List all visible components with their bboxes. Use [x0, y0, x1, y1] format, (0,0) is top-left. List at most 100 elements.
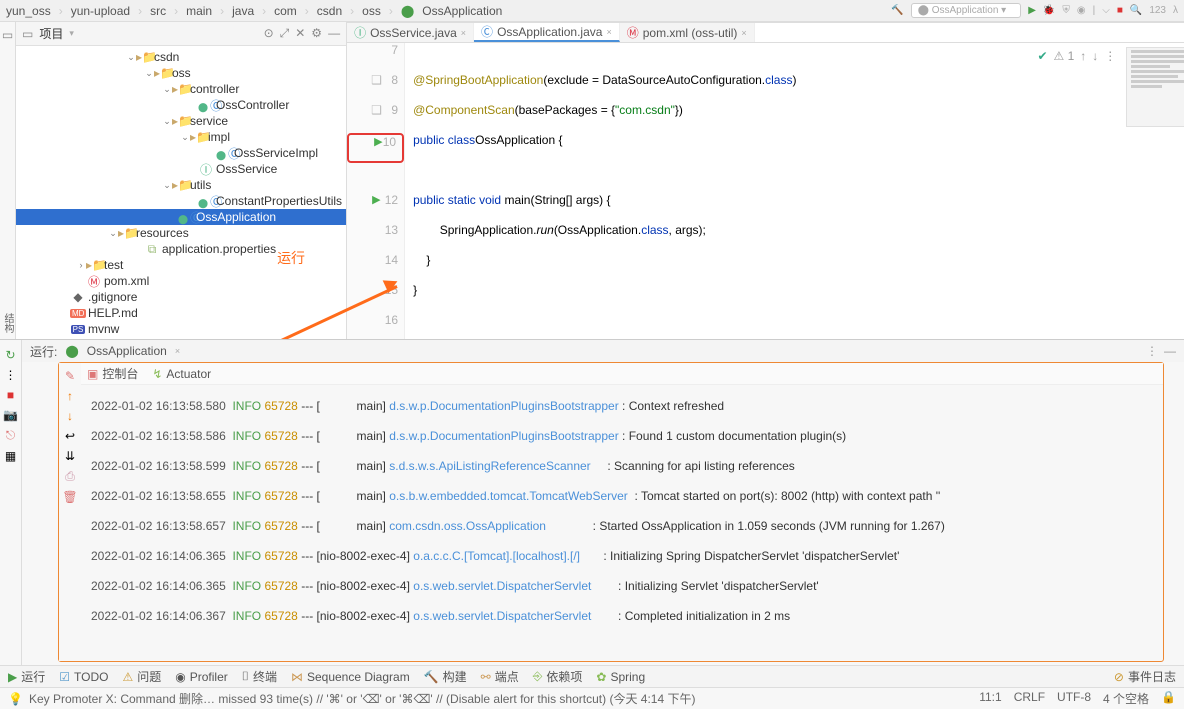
tree-row[interactable]: ◆.gitignore [16, 289, 346, 305]
bottom-tab-todo[interactable]: ☑TODO [59, 670, 108, 684]
editor-tabs-row-2[interactable]: ⒾOssService.java×ⒸOssApplication.java×Ⓜp… [347, 23, 1184, 43]
tree-row[interactable]: ⬤ⒸOssApplication [16, 209, 346, 225]
more-icon[interactable]: λ [1173, 5, 1178, 16]
annotation-label: 运行 [277, 248, 305, 268]
status-bar: 💡 Key Promoter X: Command 删除… missed 93 … [0, 687, 1184, 709]
wrap-icon[interactable]: ↩ [65, 429, 75, 443]
debug-icon[interactable]: 🐞 [1043, 5, 1055, 16]
run-more-icon[interactable]: ⋮ [5, 368, 17, 382]
editor-body[interactable]: 7❑8❑9▶10▶1213141516 @SpringBootApplicati… [347, 43, 1184, 339]
bottom-tab-terminal[interactable]: ⌷终端 [242, 668, 277, 685]
scroll-icon[interactable]: ⇊ [65, 449, 75, 463]
status-caret[interactable]: 11:1 [979, 690, 1001, 707]
console-panel: ✎ ↑ ↓ ↩ ⇊ ⎙ 🗑 ▣控制台 ↯Actuator 2022-01-02 … [58, 362, 1164, 662]
tree-row[interactable]: Ⓜpom.xml [16, 273, 346, 289]
project-tool-icon[interactable]: ▭ [2, 28, 13, 42]
layout-icon[interactable]: ▦ [5, 449, 16, 463]
crumb-5[interactable]: com [274, 4, 297, 18]
status-tip-icon: 💡 [8, 692, 23, 706]
search-icon[interactable]: 🔍 [1130, 5, 1142, 16]
project-title: 项目 [39, 25, 63, 42]
bottom-tab-seq[interactable]: ⋈Sequence Diagram [291, 670, 410, 684]
crumb-6[interactable]: csdn [317, 4, 342, 18]
lock-icon[interactable]: 🔒 [1161, 690, 1176, 707]
tree-row[interactable]: ⒾOssService [16, 161, 346, 177]
stop-icon[interactable]: ■ [7, 388, 14, 402]
status-indent[interactable]: 4 个空格 [1103, 690, 1149, 707]
editor-area: ⒸR.java×Ⓜpom.xml (yun-upload)×⧉applicati… [347, 22, 1184, 339]
tree-row[interactable]: ⌄▸📁oss [16, 65, 346, 81]
bottom-tab-spring[interactable]: ✿Spring [596, 670, 645, 684]
crumb-2[interactable]: src [150, 4, 166, 18]
status-encoding[interactable]: UTF-8 [1057, 690, 1091, 707]
exit-icon[interactable]: ⎋ [6, 428, 16, 443]
bottom-tab-endpoints[interactable]: ⚯端点 [481, 668, 519, 685]
editor-problems[interactable]: ✔ ⚠ 1 ↑ ↓ ⋮ [1037, 49, 1116, 63]
tree-row[interactable]: ⌄▸📁impl [16, 129, 346, 145]
log-line: 2022-01-02 16:13:58.657 INFO 65728 --- [… [91, 511, 1153, 541]
run-config-select[interactable]: ⬤ OssApplication ▾ [911, 3, 1022, 18]
status-lineend[interactable]: CRLF [1014, 690, 1045, 707]
run-gutter-icon[interactable]: ▶ [374, 135, 382, 148]
tree-row[interactable]: PSmvnw [16, 321, 346, 337]
up-icon[interactable]: ↑ [67, 389, 73, 403]
project-panel: ▭ 项目 ▾ ⊙ ⤢ ✕ ⚙ — ⌄▸📁csdn⌄▸📁oss⌄▸📁control… [16, 22, 347, 339]
trash-icon[interactable]: 🗑 [62, 490, 77, 504]
tree-row[interactable]: ⌄▸📁service [16, 113, 346, 129]
collapse-icon[interactable]: ⤢ [280, 26, 290, 41]
tree-row[interactable]: ⬤ⒸConstantPropertiesUtils [16, 193, 346, 209]
hammer-icon[interactable]: 🔨 [891, 5, 903, 16]
bottom-tab-profiler[interactable]: ◉Profiler [175, 670, 228, 684]
crumb-1[interactable]: yun-upload [71, 4, 130, 18]
git-icon[interactable]: ⌵ [1102, 5, 1110, 16]
tree-row[interactable]: ⌄▸📁utils [16, 177, 346, 193]
bottom-tab-run[interactable]: ▶运行 [8, 668, 45, 685]
stop-icon[interactable]: ■ [1117, 5, 1123, 16]
crumb-4[interactable]: java [232, 4, 254, 18]
log-line: 2022-01-02 16:13:58.586 INFO 65728 --- [… [91, 421, 1153, 451]
run-config-name: OssApplication [87, 344, 167, 358]
bottom-tab-problems[interactable]: ⚠问题 [122, 668, 161, 685]
tree-row[interactable]: ⌄▸📁csdn [16, 49, 346, 65]
bottom-tab-build[interactable]: 🔨构建 [424, 668, 467, 685]
hide-icon[interactable]: ✕ [295, 26, 305, 41]
crumb-0[interactable]: yun_oss [6, 4, 51, 18]
camera-icon[interactable]: 📷 [3, 408, 18, 422]
editor-tab[interactable]: Ⓜpom.xml (oss-util)× [620, 23, 755, 42]
run-minimize-icon[interactable]: — [1164, 344, 1176, 358]
down-icon[interactable]: ↓ [67, 409, 73, 423]
gear-icon[interactable]: ⚙ [311, 26, 322, 41]
run-gutter-icon[interactable]: ▶ [372, 193, 380, 206]
project-tree[interactable]: ⌄▸📁csdn⌄▸📁oss⌄▸📁controller⬤ⒸOssControlle… [16, 46, 346, 339]
console-output[interactable]: 2022-01-02 16:13:58.580 INFO 65728 --- [… [81, 385, 1163, 661]
bottom-tool-tabs: ▶运行 ☑TODO ⚠问题 ◉Profiler ⌷终端 ⋈Sequence Di… [0, 665, 1184, 687]
editor-tab[interactable]: ⒸOssApplication.java× [474, 23, 620, 42]
minimap[interactable] [1126, 47, 1184, 127]
tree-row[interactable]: MDHELP.md [16, 305, 346, 321]
print-icon[interactable]: ⎙ [65, 469, 75, 484]
editor-tab[interactable]: ⒾOssService.java× [347, 23, 474, 42]
structure-tool[interactable]: 结构 [0, 307, 15, 339]
tree-row[interactable]: ⌄▸📁controller [16, 81, 346, 97]
run-icon[interactable]: ▶ [1028, 5, 1036, 16]
log-line: 2022-01-02 16:13:58.599 INFO 65728 --- [… [91, 451, 1153, 481]
wand-icon[interactable]: ✎ [65, 369, 75, 383]
coverage-icon[interactable]: ⛨ [1062, 5, 1070, 16]
project-settings-icon[interactable]: ⊙ [264, 26, 274, 41]
console-tab[interactable]: ▣控制台 [87, 365, 138, 382]
actuator-tab[interactable]: ↯Actuator [152, 367, 211, 381]
crumb-7[interactable]: oss [362, 4, 381, 18]
crumb-3[interactable]: main [186, 4, 212, 18]
minimize-icon[interactable]: — [328, 26, 340, 41]
run-more-icon[interactable]: ⋮ [1146, 344, 1158, 358]
bottom-tab-deps[interactable]: ⎆依赖项 [533, 668, 583, 685]
run-label: 运行: [30, 343, 57, 360]
event-log[interactable]: ⊘事件日志 [1114, 668, 1176, 685]
profile-icon[interactable]: ◉ [1077, 5, 1086, 16]
tree-row[interactable]: ⬤ⒸOssController [16, 97, 346, 113]
tree-row[interactable]: ⬤ⒸOssServiceImpl [16, 145, 346, 161]
log-line: 2022-01-02 16:13:58.580 INFO 65728 --- [… [91, 391, 1153, 421]
crumb-file[interactable]: OssApplication [422, 4, 502, 18]
rerun-icon[interactable]: ↻ [5, 348, 15, 362]
tree-row[interactable]: ⌄▸📁resources [16, 225, 346, 241]
